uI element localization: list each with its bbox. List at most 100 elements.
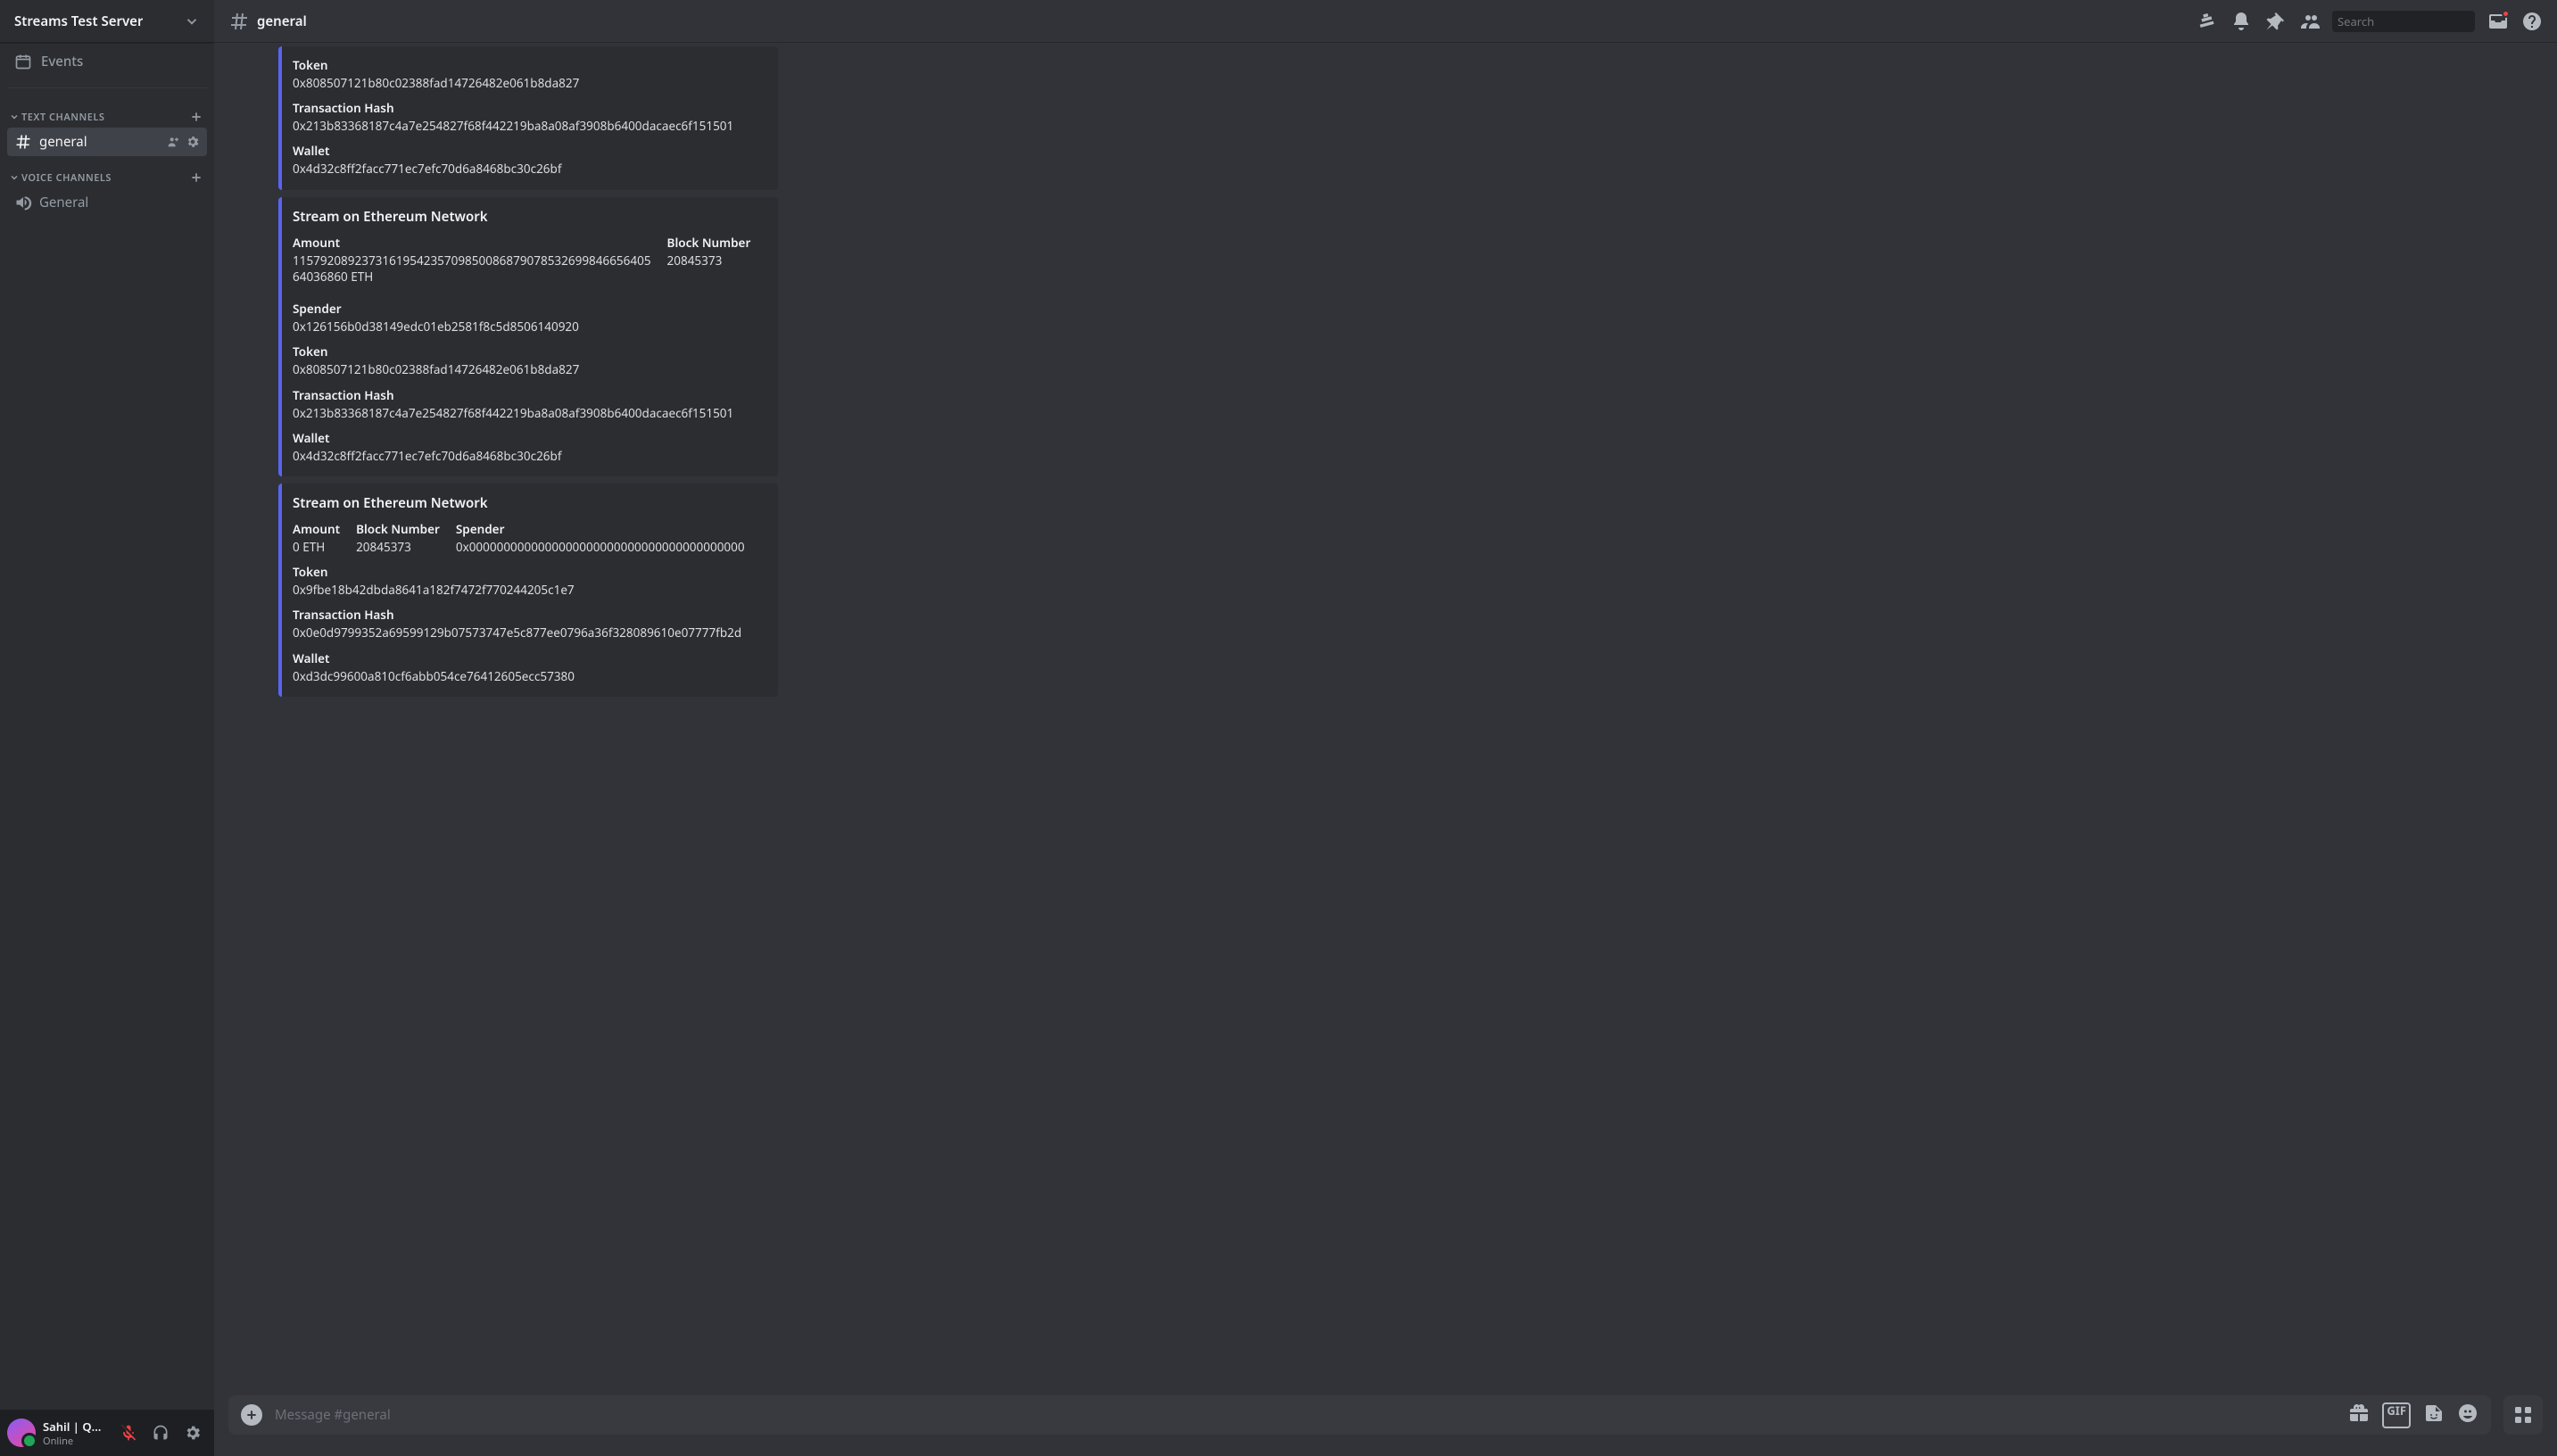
hash-icon (228, 11, 250, 32)
notifications-button[interactable] (2230, 11, 2252, 32)
invite-icon[interactable] (166, 135, 180, 149)
message-input[interactable] (275, 1406, 2336, 1424)
message-embed: Stream on Ethereum Network Amount11579208… (278, 197, 778, 476)
search-input[interactable] (2338, 13, 2503, 29)
embed-field-value: 0x126156b0d38149edc01eb2581f8c5d85061409… (293, 318, 579, 335)
embed-field-name: Transaction Hash (293, 387, 764, 403)
embed-field: Block Number20845373 (667, 235, 751, 285)
text-channels-label: TEXT CHANNELS (21, 111, 104, 124)
pinned-messages-button[interactable] (2264, 11, 2286, 32)
message-list[interactable]: Token0x808507121b80c02388fad14726482e061… (214, 43, 2557, 1395)
chevron-down-icon (9, 172, 20, 183)
embed-field-value: 0 ETH (293, 539, 340, 555)
embed-field-name: Wallet (293, 430, 764, 446)
emoji-icon (2457, 1402, 2478, 1424)
embed-field-name: Wallet (293, 143, 764, 159)
divider (7, 87, 207, 88)
embed-field: Token0x9fbe18b42dbda8641a182f7472f770244… (293, 564, 764, 598)
threads-icon (2197, 11, 2218, 32)
server-header[interactable]: Streams Test Server (0, 0, 214, 43)
inbox-button[interactable] (2487, 11, 2509, 32)
embed-field-value: 0x808507121b80c02388fad14726482e061b8da8… (293, 75, 764, 91)
embed-field: Transaction Hash 0x0e0d9799352a69599129b0… (293, 607, 764, 641)
embed-field-name: Transaction Hash (293, 607, 764, 623)
embed-field-value: 0x213b83368187c4a7e254827f68f442219ba8a0… (293, 118, 764, 134)
gear-icon (184, 1424, 202, 1442)
member-list-button[interactable] (2298, 11, 2320, 32)
embed-field-value: 0x213b83368187c4a7e254827f68f442219ba8a0… (293, 405, 764, 421)
embed-title: Stream on Ethereum Network (293, 208, 764, 226)
channel-title: general (257, 12, 307, 30)
sticker-icon (2423, 1402, 2445, 1424)
embed-field-value: 0x808507121b80c02388fad14726482e061b8da8… (293, 361, 764, 377)
help-button[interactable] (2521, 11, 2543, 32)
deafen-button[interactable] (146, 1419, 175, 1447)
gear-icon[interactable] (186, 135, 200, 149)
emoji-button[interactable] (2457, 1402, 2478, 1428)
embed-field-row: Amount0 ETHBlock Number20845373Spender0x… (293, 521, 764, 555)
add-channel-icon[interactable] (189, 170, 203, 185)
embed-field-row: Amount1157920892373161954235709850086879… (293, 235, 764, 335)
attach-button[interactable] (241, 1404, 262, 1426)
message-embed: Token 0x808507121b80c02388fad14726482e061… (278, 46, 778, 190)
embed-field: Wallet 0x4d32c8ff2facc771ec7efc70d6a8468b… (293, 143, 764, 177)
plus-icon (244, 1408, 259, 1422)
voice-channels-label: VOICE CHANNELS (21, 171, 112, 185)
voice-channels-header[interactable]: VOICE CHANNELS (7, 156, 207, 188)
embed-field-value: 1157920892373161954235709850086879078532… (293, 252, 651, 285)
threads-button[interactable] (2197, 11, 2218, 32)
embed-field-name: Spender (293, 301, 579, 317)
user-info[interactable]: Sahil | Qui... Online (43, 1419, 107, 1448)
embed-field-value: 0x0e0d9799352a69599129b07573747e5c877ee0… (293, 625, 764, 641)
embed-field-name: Token (293, 57, 764, 73)
embed-field: Transaction Hash 0x213b83368187c4a7e25482… (293, 100, 764, 134)
embed-field: Transaction Hash 0x213b83368187c4a7e25482… (293, 387, 764, 421)
embed-field: Spender0x0000000000000000000000000000000… (456, 521, 745, 555)
notification-dot (2502, 10, 2510, 18)
chevron-down-icon (184, 13, 200, 29)
embed-field-name: Amount (293, 521, 340, 537)
events-item[interactable]: Events (7, 43, 207, 80)
embed-field-value: 0x4d32c8ff2facc771ec7efc70d6a8468bc30c26… (293, 161, 764, 177)
speaker-icon (14, 194, 32, 211)
embed-field-name: Block Number (667, 235, 751, 251)
embed-field-value: 0xd3dc99600a810cf6abb054ce76412605ecc573… (293, 668, 764, 684)
text-channel-general[interactable]: general (7, 128, 207, 156)
avatar[interactable] (7, 1419, 36, 1447)
message-embed: Stream on Ethereum NetworkAmount0 ETHBlo… (278, 484, 778, 697)
message-input-row: GIF (214, 1395, 2557, 1456)
search-box[interactable] (2332, 11, 2475, 32)
embed-field: Spender0x126156b0d38149edc01eb2581f8c5d8… (293, 301, 579, 335)
headphones-icon (152, 1424, 170, 1442)
user-status: Online (43, 1435, 107, 1448)
message-input-container: GIF (228, 1395, 2491, 1435)
apps-icon (2512, 1404, 2534, 1426)
apps-button[interactable] (2503, 1395, 2543, 1435)
channel-topbar: general (214, 0, 2557, 43)
chevron-down-icon (9, 112, 20, 122)
calendar-icon (14, 53, 32, 70)
embed-field-value: 20845373 (667, 252, 751, 269)
embed-field: Token 0x808507121b80c02388fad14726482e061… (293, 57, 764, 91)
embed-field-name: Token (293, 343, 764, 360)
user-panel: Sahil | Qui... Online (0, 1410, 214, 1456)
channel-actions (166, 135, 200, 149)
voice-channel-general[interactable]: General (7, 188, 207, 217)
text-channels-header[interactable]: TEXT CHANNELS (7, 95, 207, 128)
channel-name: general (39, 133, 159, 151)
embed-field: Wallet 0xd3dc99600a810cf6abb054ce76412605… (293, 650, 764, 684)
user-settings-button[interactable] (178, 1419, 207, 1447)
embed-field: Wallet0x4d32c8ff2facc771ec7efc70d6a8468b… (293, 430, 764, 464)
add-channel-icon[interactable] (189, 110, 203, 124)
members-icon (2298, 11, 2320, 32)
embed-title: Stream on Ethereum Network (293, 494, 764, 512)
mute-mic-button[interactable] (114, 1419, 143, 1447)
mic-muted-icon (120, 1424, 137, 1442)
embed-field-name: Wallet (293, 650, 764, 666)
bell-icon (2230, 11, 2252, 32)
gif-button[interactable]: GIF (2382, 1402, 2411, 1428)
hash-icon (14, 133, 32, 151)
gift-button[interactable] (2348, 1402, 2370, 1428)
sticker-button[interactable] (2423, 1402, 2445, 1428)
embed-field-name: Transaction Hash (293, 100, 764, 116)
